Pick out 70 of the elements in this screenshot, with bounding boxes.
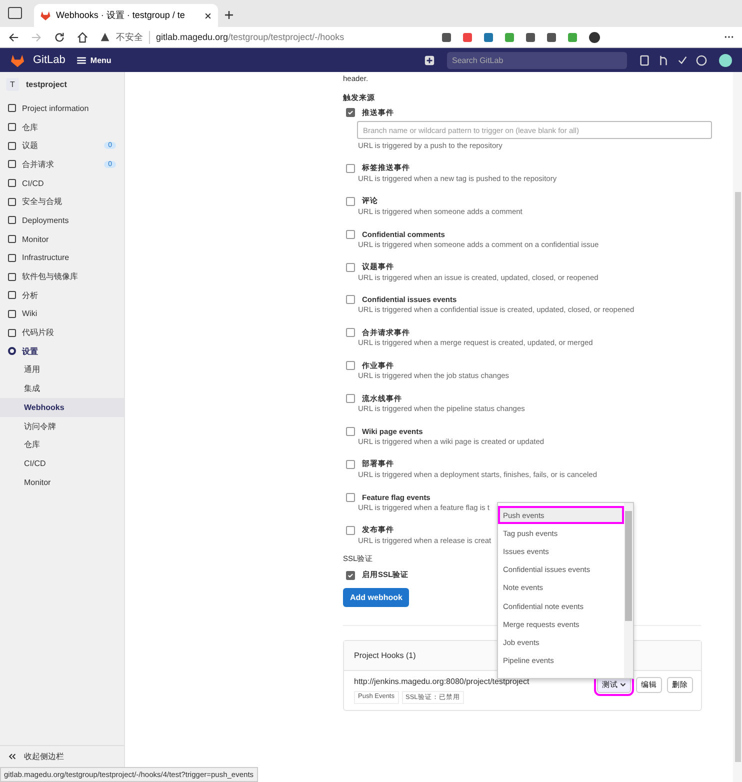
home-icon[interactable] <box>77 32 88 42</box>
browser-tab[interactable]: Webhooks · 设置 · testgroup / te <box>34 4 218 27</box>
checkbox[interactable] <box>346 164 355 173</box>
user-avatar[interactable] <box>719 54 732 66</box>
checkbox[interactable] <box>346 196 355 206</box>
sidebar-item[interactable]: Wiki <box>0 304 124 324</box>
extension-icon[interactable] <box>484 32 493 42</box>
project-avatar: T <box>6 78 19 91</box>
scrollbar[interactable] <box>624 503 633 678</box>
checkbox[interactable] <box>346 328 355 338</box>
checkbox[interactable] <box>346 427 355 436</box>
new-tab-icon[interactable] <box>224 10 234 20</box>
sidebar-subitem[interactable]: 通用 <box>0 360 124 380</box>
todo-icon[interactable] <box>677 54 688 66</box>
fox-logo-icon <box>40 10 51 21</box>
sidebar-item[interactable]: Monitor <box>0 230 124 248</box>
merge-request-icon[interactable] <box>658 54 669 66</box>
help-icon[interactable] <box>696 54 707 66</box>
collapse-sidebar-button[interactable]: 收起侧边栏 <box>0 745 124 766</box>
sidebar-subitem[interactable]: 集成 <box>0 379 124 398</box>
sidebar-subitem[interactable]: 访问令牌 <box>0 416 124 436</box>
reload-icon[interactable] <box>54 32 65 42</box>
sidebar-item[interactable]: CI/CD <box>0 174 124 192</box>
sidebar-item[interactable]: 软件包与镜像库 <box>0 267 124 286</box>
sidebar-subitem[interactable]: Monitor <box>0 472 124 492</box>
sidebar-subitem[interactable]: CI/CD <box>0 454 124 473</box>
more-icon[interactable] <box>724 35 734 39</box>
tab-actions-icon[interactable] <box>8 7 22 19</box>
sidebar-subitem[interactable]: 仓库 <box>0 435 124 454</box>
checkbox[interactable] <box>346 460 355 469</box>
sidebar-item[interactable]: 设置 <box>0 342 124 361</box>
sidebar-item[interactable]: 仓库 <box>0 118 124 136</box>
extension-icon[interactable] <box>442 32 451 42</box>
checkbox[interactable] <box>346 230 355 239</box>
sidebar-item[interactable]: Infrastructure <box>0 248 124 268</box>
search-field[interactable]: Search GitLab <box>447 52 627 68</box>
issues-icon[interactable] <box>639 54 650 66</box>
checkbox[interactable] <box>346 108 355 117</box>
extension-icon[interactable] <box>547 32 556 42</box>
extension-icon[interactable] <box>463 32 472 42</box>
collapse-icon <box>8 752 16 760</box>
checkbox[interactable] <box>346 361 355 370</box>
sidebar-item[interactable]: 代码片段 <box>0 323 124 342</box>
checkbox[interactable] <box>346 394 355 404</box>
fox-logo-icon[interactable] <box>10 52 25 68</box>
sidebar-subitem[interactable]: Webhooks <box>0 398 124 417</box>
checkbox[interactable] <box>346 570 355 580</box>
page-scrollbar[interactable] <box>733 72 742 782</box>
address-bar[interactable]: 不安全 gitlab.magedu.org/testgroup/testproject/-/hooks <box>100 30 430 44</box>
profile-avatar[interactable] <box>589 32 600 42</box>
checkbox[interactable] <box>346 295 355 304</box>
checkbox[interactable] <box>346 526 355 535</box>
menu-icon <box>77 56 86 64</box>
sidebar-item[interactable]: 安全与合规 <box>0 192 124 212</box>
back-icon[interactable] <box>8 32 19 42</box>
sidebar-item[interactable]: Project information <box>0 99 124 118</box>
menu-button[interactable]: Menu <box>73 56 116 64</box>
plus-icon[interactable] <box>424 54 435 66</box>
warning-icon <box>100 32 110 42</box>
checkbox[interactable] <box>346 262 355 272</box>
project-name[interactable]: testproject <box>26 80 67 89</box>
caret-icon <box>620 682 626 688</box>
hook-url: http://jenkins.magedu.org:8080/project/testproject <box>354 676 530 686</box>
add-webhook-button[interactable]: Add webhook <box>343 588 410 607</box>
extension-icon[interactable] <box>526 32 535 42</box>
sidebar-item[interactable]: Deployments <box>0 211 124 230</box>
checkbox[interactable] <box>346 492 355 502</box>
brand-name[interactable]: GitLab <box>33 54 66 66</box>
sidebar-item[interactable]: 分析 <box>0 286 124 305</box>
close-icon[interactable] <box>204 12 212 20</box>
